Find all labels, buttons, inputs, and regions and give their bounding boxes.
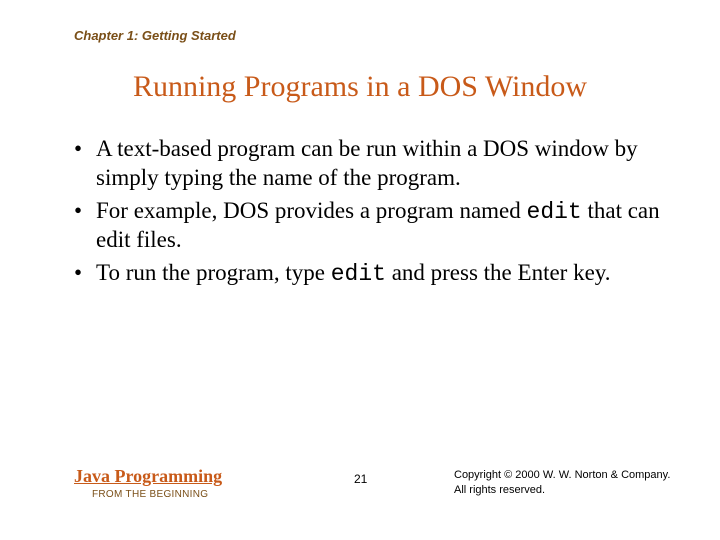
bullet-list: A text-based program can be run within a…	[74, 135, 660, 293]
footer: Java Programming FROM THE BEGINNING 21 C…	[74, 466, 680, 516]
list-item: To run the program, type edit and press …	[74, 259, 660, 289]
list-item: A text-based program can be run within a…	[74, 135, 660, 193]
bullet-text: To run the program, type	[96, 260, 331, 285]
chapter-label: Chapter 1: Getting Started	[74, 28, 236, 43]
copyright-line: Copyright © 2000 W. W. Norton & Company.	[454, 468, 670, 483]
list-item: For example, DOS provides a program name…	[74, 197, 660, 256]
bullet-text: and press the Enter key.	[386, 260, 611, 285]
copyright-line: All rights reserved.	[454, 483, 670, 498]
slide-title: Running Programs in a DOS Window	[0, 70, 720, 104]
bullet-text: For example, DOS provides a program name…	[96, 198, 527, 223]
page-number: 21	[354, 472, 367, 486]
copyright: Copyright © 2000 W. W. Norton & Company.…	[454, 468, 670, 498]
code-text: edit	[331, 261, 386, 287]
code-text: edit	[527, 199, 582, 225]
bullet-text: A text-based program can be run within a…	[96, 136, 638, 190]
